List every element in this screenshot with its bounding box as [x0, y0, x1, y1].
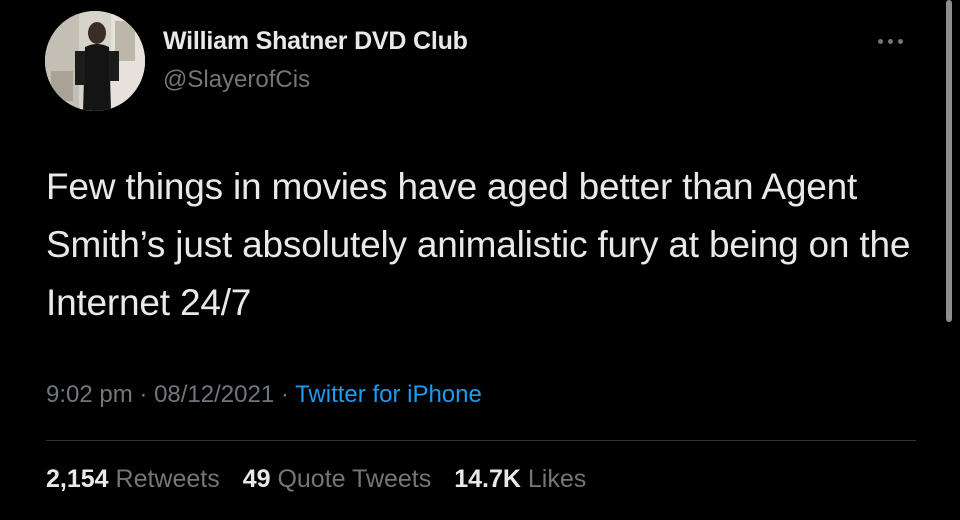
more-dot	[897, 38, 903, 44]
tweet-time[interactable]: 9:02 pm	[46, 381, 133, 408]
more-dot	[887, 38, 893, 44]
author-handle[interactable]: @SlayerofCis	[163, 66, 310, 94]
meta-separator: ·	[280, 381, 289, 408]
quote-tweets-label: Quote Tweets	[277, 465, 432, 493]
author-display-name[interactable]: William Shatner DVD Club	[163, 27, 468, 56]
retweets-stat[interactable]: 2,154 Retweets	[46, 465, 220, 493]
divider	[46, 440, 916, 441]
tweet-detail: William Shatner DVD Club @SlayerofCis Fe…	[0, 0, 960, 520]
tweet-meta: 9:02 pm · 08/12/2021 · Twitter for iPhon…	[46, 381, 482, 409]
tweet-date[interactable]: 08/12/2021	[154, 381, 274, 408]
avatar-photo	[45, 11, 145, 111]
more-icon[interactable]	[868, 28, 912, 54]
tweet-text: Few things in movies have aged better th…	[46, 166, 911, 323]
more-dot	[877, 38, 883, 44]
meta-separator: ·	[139, 381, 148, 408]
likes-label: Likes	[527, 465, 587, 493]
engagement-stats: 2,154 Retweets 49 Quote Tweets 14.7K Lik…	[46, 465, 602, 494]
likes-stat[interactable]: 14.7K Likes	[454, 465, 586, 493]
quote-tweets-count: 49	[242, 465, 271, 493]
likes-count: 14.7K	[454, 465, 521, 493]
tweet-source-link[interactable]: Twitter for iPhone	[295, 381, 482, 408]
scrollbar-thumb[interactable]	[946, 0, 952, 322]
retweets-label: Retweets	[115, 465, 220, 493]
retweets-count: 2,154	[46, 465, 109, 493]
avatar[interactable]	[45, 11, 145, 111]
quote-tweets-stat[interactable]: 49 Quote Tweets	[243, 465, 432, 493]
